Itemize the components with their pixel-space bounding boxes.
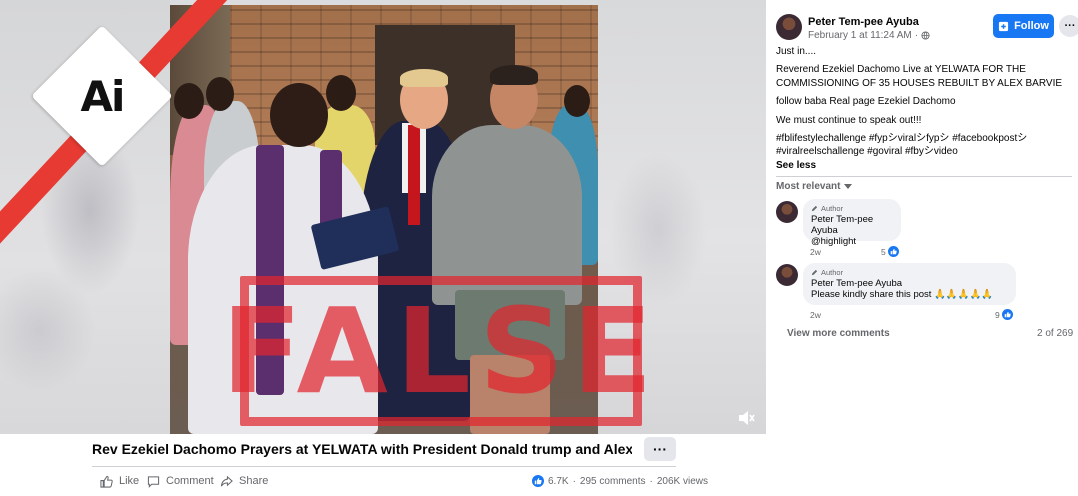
author-tag-label: Author (821, 268, 844, 277)
separator: · (572, 475, 576, 487)
see-less-link[interactable]: See less (776, 159, 1072, 172)
like-label: Like (119, 475, 140, 487)
post-meta: February 1 at 11:24 AM · (808, 30, 930, 41)
separator: · (914, 30, 919, 41)
comment-author[interactable]: Peter Tem-pee Ayuba (811, 278, 1008, 289)
comment-likes[interactable]: 5 (881, 246, 899, 257)
post-line: Just in.... (776, 46, 817, 57)
comment-time[interactable]: 2w (810, 310, 821, 320)
follow-icon (998, 21, 1009, 31)
red-tie (408, 125, 420, 225)
view-count: 206K views (656, 475, 708, 487)
volume-icon[interactable] (738, 410, 756, 426)
comment-button[interactable]: Comment (147, 474, 214, 488)
hashtag-line[interactable]: #fblifestylechallenge #fypシviralシfypシ #f… (776, 133, 1027, 157)
comment-pagination-count: 2 of 269 (1037, 328, 1074, 339)
comment-author[interactable]: Peter Tem-pee Ayuba (811, 214, 893, 236)
post-body: Just in.... Reverend Ezekiel Dachomo Liv… (776, 45, 1072, 172)
man-in-suit-hair (400, 69, 448, 87)
separator: · (649, 475, 653, 487)
comment-time[interactable]: 2w (810, 247, 821, 257)
like-reaction-icon (532, 475, 544, 487)
post-date[interactable]: February 1 at 11:24 AM (808, 30, 912, 41)
comment-likes[interactable]: 9 (995, 309, 1013, 320)
post-line: follow baba Real page Ezekiel Dachomo (776, 96, 956, 108)
like-reaction-icon (887, 246, 899, 257)
video-title: Rev Ezekiel Dachomo Prayers at YELWATA w… (92, 441, 632, 457)
author-avatar[interactable] (776, 14, 802, 40)
view-more-comments-link[interactable]: View more comments (787, 328, 890, 339)
globe-icon (921, 31, 930, 40)
comment-count[interactable]: 295 comments (580, 476, 646, 487)
false-stamp: FALSE (221, 276, 653, 426)
like-button[interactable]: Like (100, 474, 139, 488)
post-more-options-button[interactable]: ··· (1059, 15, 1078, 37)
comment-avatar[interactable] (776, 201, 798, 223)
background-person-head (564, 85, 590, 117)
post-hashtags: #fblifestylechallenge #fypシviralシfypシ #f… (776, 132, 1072, 159)
comment-sort-dropdown[interactable]: Most relevant (776, 181, 853, 192)
ai-badge-label: Ai (80, 71, 126, 121)
post-line: Reverend Ezekiel Dachomo Live at YELWATA… (776, 64, 1063, 89)
share-icon (220, 475, 233, 486)
caret-down-icon (844, 183, 853, 189)
comment-text: Please kindly share this post 🙏🙏🙏🙏🙏 (811, 289, 994, 300)
background-person-head (174, 83, 204, 119)
video-player[interactable]: Ai FALSE (0, 0, 766, 434)
comment-avatar[interactable] (776, 264, 798, 286)
author-badge: Author (811, 204, 893, 213)
reaction-summary[interactable]: 6.7K · 295 comments · 206K views (532, 474, 708, 488)
background-person-head (326, 75, 356, 111)
share-label: Share (239, 475, 269, 487)
comment-icon (147, 475, 160, 488)
follow-button[interactable]: Follow (993, 14, 1054, 38)
sort-label: Most relevant (776, 181, 841, 192)
post-line: We must continue to speak out!!! (776, 114, 922, 126)
background-person-head (206, 77, 234, 111)
comment-like-count: 5 (881, 246, 886, 257)
pen-icon (811, 269, 818, 276)
divider (92, 466, 676, 467)
author-badge: Author (811, 268, 1008, 277)
share-button[interactable]: Share (220, 474, 268, 488)
pen-icon (811, 205, 818, 212)
follow-label: Follow (1014, 20, 1049, 32)
comment-label: Comment (166, 475, 214, 487)
thumbs-up-icon (100, 475, 113, 488)
author-name[interactable]: Peter Tem-pee Ayuba (808, 16, 919, 28)
young-man-hair (490, 65, 538, 85)
comment-bubble: Author Peter Tem-pee Ayuba Please kindly… (803, 263, 1016, 305)
comment-bubble: Author Peter Tem-pee Ayuba @highlight (803, 199, 901, 247)
comment-like-count: 9 (995, 309, 1000, 320)
divider (776, 176, 1072, 177)
video-more-options-button[interactable]: ··· (644, 437, 676, 461)
author-tag-label: Author (821, 204, 844, 213)
reaction-count: 6.7K (548, 475, 569, 487)
false-stamp-label: FALSE (221, 282, 661, 420)
like-reaction-icon (1001, 309, 1013, 320)
clergyman-head (270, 83, 328, 147)
